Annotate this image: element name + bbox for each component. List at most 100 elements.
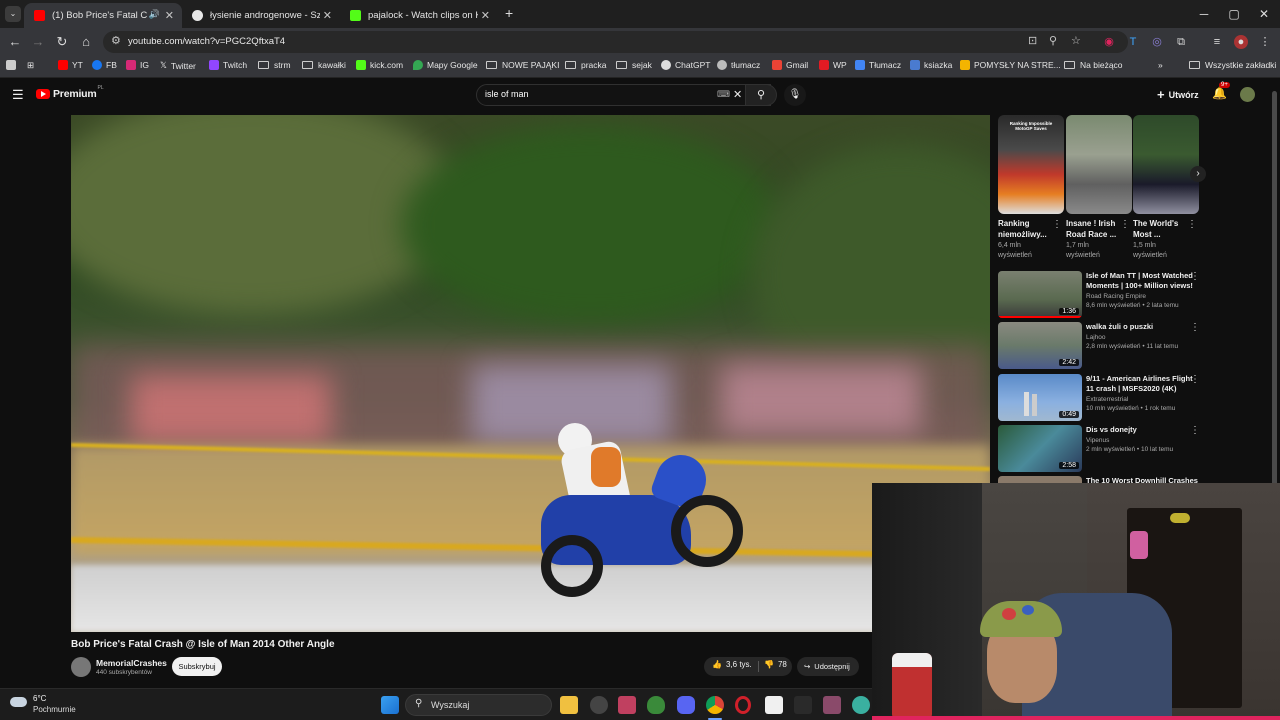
security-icon[interactable]	[647, 696, 665, 714]
recommendation-menu-icon[interactable]: ⋮	[1190, 272, 1200, 282]
dislike-button[interactable]: 👎 78	[764, 660, 787, 669]
weather-widget[interactable]: 6°C Pochmurnie	[10, 694, 90, 716]
search-input[interactable]	[485, 89, 705, 99]
like-button[interactable]: 👍 3,6 tys.	[712, 660, 752, 669]
keyboard-icon[interactable]: ⌨	[717, 89, 730, 100]
opera-icon[interactable]	[735, 696, 751, 714]
short-thumbnail[interactable]	[1133, 115, 1199, 214]
voice-search-button[interactable]: 🎙	[784, 84, 806, 106]
install-app-icon[interactable]: ⊡	[1028, 34, 1037, 47]
recommended-video[interactable]: 2:42 walka żuli o puszki Lajhoo 2,8 mln …	[998, 322, 1208, 370]
discord-icon[interactable]	[677, 696, 695, 714]
forward-button[interactable]: →	[29, 33, 47, 51]
video-player[interactable]	[71, 115, 990, 632]
home-button[interactable]: ⌂	[77, 33, 95, 51]
short-title[interactable]: Ranking niemożliwy...	[998, 218, 1050, 240]
app-icon[interactable]	[618, 696, 636, 714]
search-button[interactable]: ⚲	[745, 84, 777, 106]
youtube-logo[interactable]: Premium PL	[36, 85, 104, 100]
short-menu-icon[interactable]: ⋮	[1120, 220, 1130, 230]
maximize-button[interactable]: ▢	[1219, 4, 1249, 24]
zoom-icon[interactable]: ⚲	[1049, 34, 1057, 47]
browser-menu-icon[interactable]: ⋮	[1258, 35, 1272, 49]
extension-icon[interactable]: ◎	[1150, 35, 1164, 49]
channel-name[interactable]: MemorialCrashes	[96, 658, 167, 668]
bookmark-tlumacz[interactable]: tłumacz	[717, 60, 760, 70]
file-explorer-icon[interactable]	[560, 696, 578, 714]
windows-start-icon[interactable]	[381, 696, 399, 714]
bookmark-na-biezaco[interactable]: Na bieżąco	[1064, 60, 1123, 70]
record-extension-icon[interactable]: ◉	[1102, 35, 1116, 49]
short-thumbnail[interactable]: Ranking Impossible MotoGP Saves	[998, 115, 1064, 214]
bookmark-chatgpt[interactable]: ChatGPT	[661, 60, 710, 70]
recommended-video[interactable]: 0:49 9/11 - American Airlines Flight 11 …	[998, 374, 1208, 422]
app-icon[interactable]	[852, 696, 870, 714]
close-window-button[interactable]: ✕	[1249, 4, 1279, 24]
close-tab-icon[interactable]: ✕	[323, 9, 332, 22]
bookmark-kawalki[interactable]: kawałki	[302, 60, 346, 70]
video-thumbnail[interactable]: 0:49	[998, 374, 1082, 421]
recommended-video[interactable]: 2:58 Dis vs donejty Vipenus 2 mln wyświe…	[998, 425, 1208, 473]
bookmark-tlumacz-2[interactable]: Tłumacz	[855, 60, 901, 70]
video-thumbnail[interactable]: 1:36	[998, 271, 1082, 318]
bookmark-sejak[interactable]: sejak	[616, 60, 652, 70]
bookmark-pracka[interactable]: pracka	[565, 60, 607, 70]
recommendation-menu-icon[interactable]: ⋮	[1190, 426, 1200, 436]
recommendation-menu-icon[interactable]: ⋮	[1190, 323, 1200, 333]
channel-avatar[interactable]	[71, 657, 91, 677]
bookmark-star-icon[interactable]: ☆	[1071, 34, 1081, 47]
video-thumbnail[interactable]: 2:58	[998, 425, 1082, 472]
close-tab-icon[interactable]: ✕	[165, 9, 174, 22]
notifications-bell-icon[interactable]: 🔔 9+	[1212, 82, 1230, 100]
site-info-icon[interactable]: ⚙	[111, 34, 121, 47]
search-box[interactable]: ⌨ ✕	[476, 84, 771, 106]
minimize-button[interactable]: ─	[1189, 4, 1219, 24]
short-menu-icon[interactable]: ⋮	[1187, 220, 1197, 230]
bookmark-yt[interactable]: YT	[58, 60, 83, 70]
speaker-icon[interactable]: 🔊	[149, 9, 160, 20]
account-avatar[interactable]	[1240, 87, 1255, 102]
short-title[interactable]: Insane ! Irish Road Race ...	[1066, 218, 1118, 240]
reload-button[interactable]: ↻	[53, 33, 71, 51]
apps-grid-icon[interactable]: ⊞	[27, 60, 34, 71]
bookmark-pomysly[interactable]: POMYSŁY NA STRE...	[960, 60, 1061, 70]
bookmark-strm[interactable]: strm	[258, 60, 291, 70]
share-button[interactable]: ↪ Udostępnij	[797, 657, 859, 676]
bookmark-gmail[interactable]: Gmail	[772, 60, 808, 70]
translate-extension-icon[interactable]: T	[1126, 35, 1140, 49]
short-title[interactable]: The World's Most ...	[1133, 218, 1185, 240]
chrome-icon[interactable]	[706, 696, 724, 714]
bookmark-twitch[interactable]: Twitch	[209, 60, 247, 70]
shorts-next-icon[interactable]: ›	[1190, 166, 1206, 182]
app-icon[interactable]	[823, 696, 841, 714]
address-bar[interactable]: ⚙ youtube.com/watch?v=PGC2QftxaT4 ⊡ ⚲ ☆	[103, 31, 1128, 53]
bookmark-twitter[interactable]: 𝕏 Twitter	[160, 60, 196, 71]
capcut-icon[interactable]	[765, 696, 783, 714]
media-controls-icon[interactable]: ≡	[1210, 35, 1224, 49]
bookmark-icon-only[interactable]	[6, 60, 20, 70]
subscribe-button[interactable]: Subskrybuj	[172, 657, 222, 676]
short-menu-icon[interactable]: ⋮	[1052, 220, 1062, 230]
taskbar-search[interactable]: ⚲ Wyszukaj	[405, 694, 552, 716]
bookmark-ig[interactable]: IG	[126, 60, 149, 70]
menu-hamburger-icon[interactable]: ☰	[12, 87, 24, 103]
new-tab-button[interactable]: +	[505, 5, 513, 21]
tab-search-button[interactable]: ⌄	[5, 6, 21, 22]
app-icon[interactable]	[794, 696, 812, 714]
bookmark-nowe-pajaki[interactable]: NOWE PAJĄKI	[486, 60, 559, 70]
bookmark-all[interactable]: Wszystkie zakładki	[1189, 60, 1276, 70]
short-thumbnail[interactable]	[1066, 115, 1132, 214]
profile-avatar-icon[interactable]: ●	[1234, 35, 1248, 49]
recommendation-menu-icon[interactable]: ⋮	[1190, 375, 1200, 385]
tab-bing[interactable]: łysienie androgenowe - Szukaj ✕	[182, 3, 340, 28]
bookmark-wp[interactable]: WP	[819, 60, 847, 70]
recommended-video[interactable]: 1:36 Isle of Man TT | Most Watched Momen…	[998, 271, 1208, 319]
app-icon[interactable]	[590, 696, 608, 714]
bookmark-kick[interactable]: kick.com	[356, 60, 403, 70]
bookmark-fb[interactable]: FB	[92, 60, 117, 70]
close-tab-icon[interactable]: ✕	[481, 9, 490, 22]
tab-kick[interactable]: pajalock - Watch clips on Kick ✕	[340, 3, 498, 28]
extensions-puzzle-icon[interactable]: ⧉	[1174, 35, 1188, 49]
video-thumbnail[interactable]: 2:42	[998, 322, 1082, 369]
back-button[interactable]: ←	[6, 33, 24, 51]
